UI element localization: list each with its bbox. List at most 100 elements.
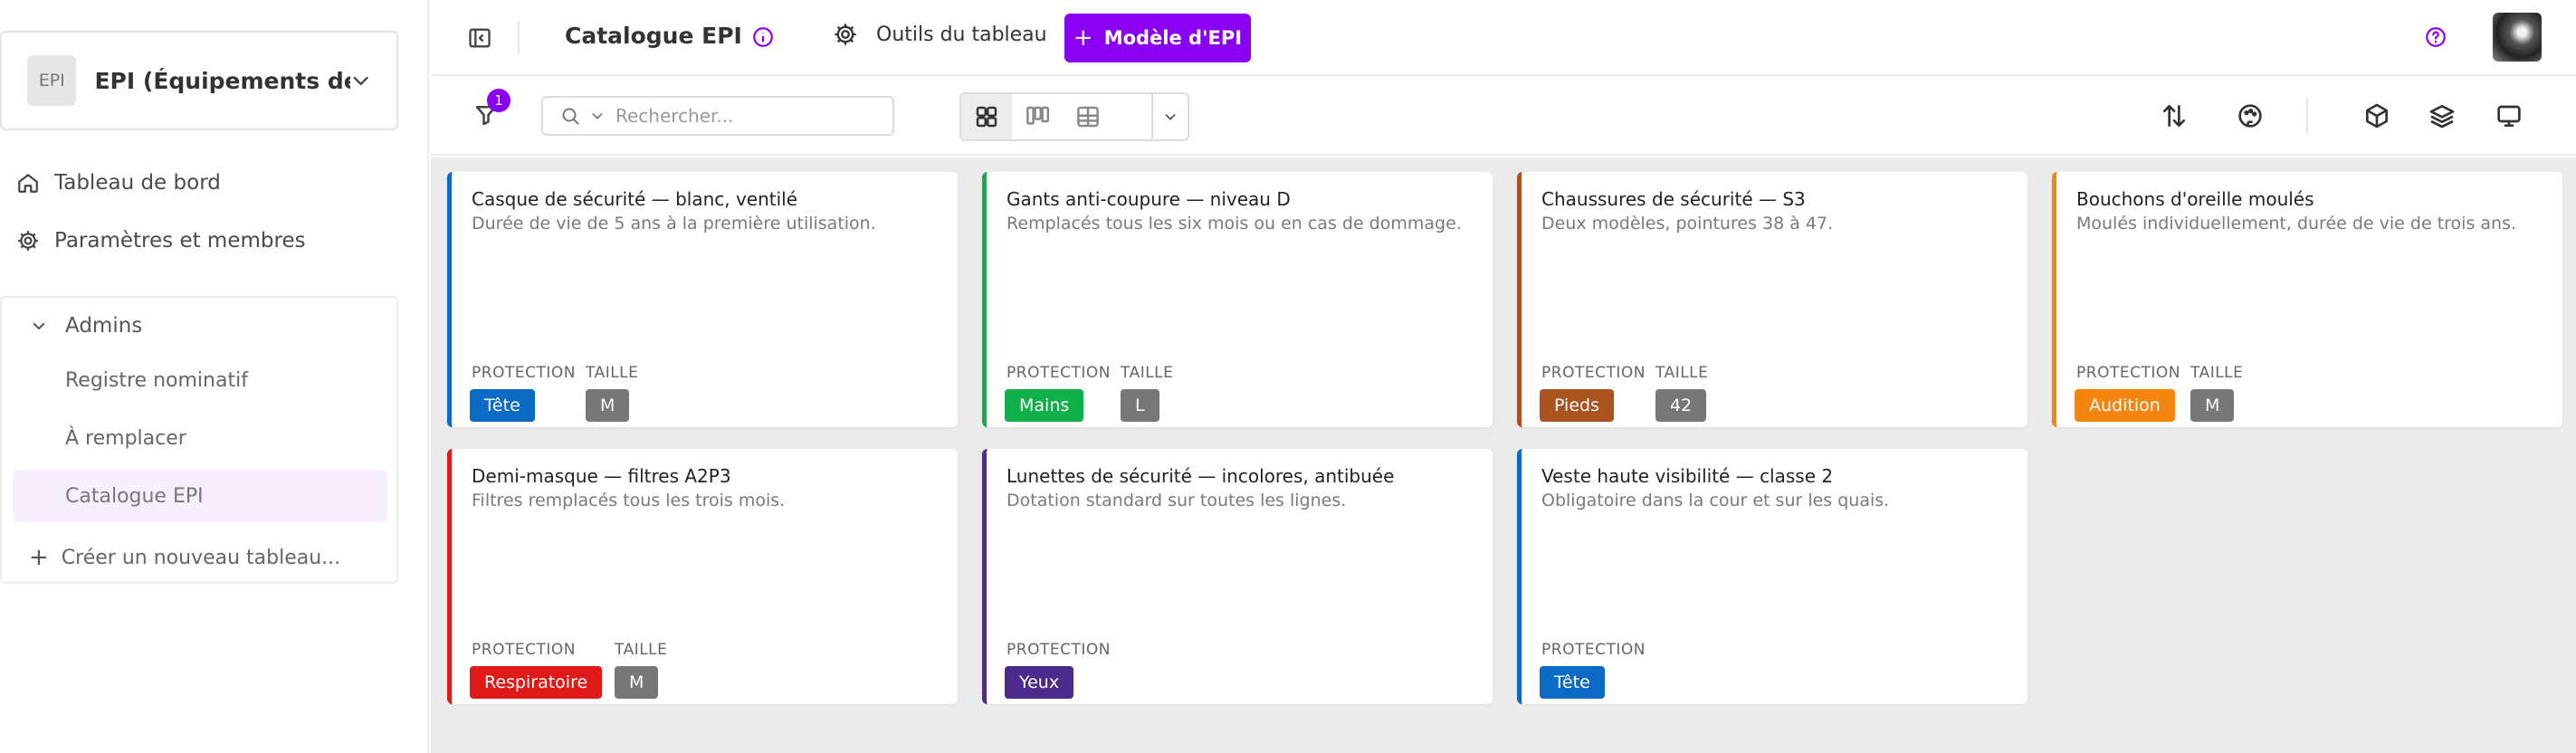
chevron-down-icon: [33, 322, 45, 329]
field-label-protection: PROTECTION: [1541, 364, 1646, 382]
field-label-protection: PROTECTION: [1541, 641, 1646, 659]
view-toolbar: 1: [431, 78, 2576, 156]
field-label-size: TAILLE: [2190, 364, 2244, 382]
size-tag: M: [615, 666, 659, 699]
sidebar-item-a-remplacer[interactable]: À remplacer: [13, 412, 387, 464]
create-board-button[interactable]: + Créer un nouveau tableau...: [29, 544, 340, 571]
view-kanban-button[interactable]: [1012, 94, 1063, 139]
view-switcher: [959, 92, 1189, 141]
size-tag: M: [2190, 389, 2235, 422]
protection-tag: Yeux: [1005, 666, 1074, 699]
card-description: Deux modèles, pointures 38 à 47.: [1541, 214, 1834, 234]
layers-icon[interactable]: [2428, 101, 2457, 130]
card-description: Dotation standard sur toutes les lignes.: [1007, 491, 1347, 510]
protection-tag: Audition: [2075, 389, 2175, 422]
field-label-protection: PROTECTION: [1007, 364, 1111, 382]
field-label-protection: PROTECTION: [1007, 641, 1111, 659]
gear-icon: [835, 24, 856, 45]
record-card[interactable]: Lunettes de sécurité — incolores, antibu…: [982, 449, 1493, 704]
record-card[interactable]: Casque de sécurité — blanc, ventilé Duré…: [447, 172, 958, 427]
sidebar-item-registre[interactable]: Registre nominatif: [13, 354, 387, 406]
chevron-down-icon[interactable]: [590, 109, 605, 123]
sidebar: EPI EPI (Équipements de ... Tableau de b…: [0, 0, 429, 753]
chevron-down-icon: [1165, 114, 1176, 120]
sidebar-toggle-icon[interactable]: [467, 25, 492, 51]
page-title: Catalogue EPI: [565, 23, 742, 49]
palette-icon[interactable]: [2236, 101, 2265, 130]
cube-icon[interactable]: [2362, 101, 2391, 130]
search-box[interactable]: [541, 96, 894, 136]
card-description: Obligatoire dans la cour et sur les quai…: [1541, 491, 1890, 510]
size-tag: M: [586, 389, 630, 422]
field-label-size: TAILLE: [1121, 364, 1174, 382]
size-tag: 42: [1655, 389, 1707, 422]
field-label-size: TAILLE: [586, 364, 639, 382]
create-board-label: Créer un nouveau tableau...: [61, 546, 341, 569]
card-title: Chaussures de sécurité — S3: [1541, 188, 1806, 210]
nav-item-label: Tableau de bord: [54, 171, 221, 195]
field-label-protection: PROTECTION: [472, 641, 576, 659]
gear-icon: [18, 231, 38, 251]
card-title: Veste haute visibilité — classe 2: [1541, 465, 1834, 487]
card-description: Filtres remplacés tous les trois mois.: [472, 491, 786, 510]
protection-tag: Mains: [1005, 389, 1084, 422]
size-tag: L: [1121, 389, 1159, 422]
card-description: Durée de vie de 5 ans à la première util…: [472, 214, 876, 234]
gallery-grid-icon: [976, 106, 997, 128]
nav-item-label: Paramètres et membres: [54, 229, 306, 253]
info-icon[interactable]: [751, 25, 775, 49]
nav-item-settings[interactable]: Paramètres et membres: [16, 229, 306, 253]
sort-icon[interactable]: [2160, 101, 2189, 130]
board-tools-label: Outils du tableau: [876, 23, 1047, 46]
divider: [518, 22, 520, 54]
card-title: Gants anti-coupure — niveau D: [1007, 188, 1291, 210]
record-card[interactable]: Veste haute visibilité — classe 2 Obliga…: [1517, 449, 2027, 704]
card-description: Remplacés tous les six mois ou en cas de…: [1007, 214, 1462, 234]
record-card[interactable]: Bouchons d'oreille moulés Moulés individ…: [2052, 172, 2562, 427]
card-description: Moulés individuellement, durée de vie de…: [2076, 214, 2517, 234]
divider: [2306, 98, 2308, 134]
card-title: Lunettes de sécurité — incolores, antibu…: [1007, 465, 1395, 487]
home-icon: [18, 174, 38, 193]
monitor-icon[interactable]: [2495, 101, 2524, 130]
field-label-protection: PROTECTION: [2076, 364, 2180, 382]
chevron-down-icon: [353, 76, 368, 86]
plus-icon: +: [29, 544, 49, 571]
record-card[interactable]: Chaussures de sécurité — S3 Deux modèles…: [1517, 172, 2027, 427]
protection-tag: Respiratoire: [470, 666, 603, 699]
card-title: Demi-masque — filtres A2P3: [472, 465, 731, 487]
topbar: Catalogue EPI Outils du tableau + Modèle…: [431, 0, 2576, 76]
kanban-icon: [1026, 106, 1050, 125]
plus-icon: +: [1073, 24, 1093, 52]
sidebar-item-catalogue[interactable]: Catalogue EPI: [13, 470, 387, 522]
gallery-view: Casque de sécurité — blanc, ventilé Duré…: [431, 157, 2576, 753]
record-card[interactable]: Gants anti-coupure — niveau D Remplacés …: [982, 172, 1493, 427]
board-tools-button[interactable]: Outils du tableau: [833, 22, 1047, 47]
board-group-header[interactable]: Admins: [31, 314, 142, 338]
filter-count-badge: 1: [487, 89, 510, 112]
user-avatar[interactable]: [2493, 13, 2542, 62]
protection-tag: Tête: [470, 389, 535, 422]
field-label-size: TAILLE: [615, 641, 668, 659]
search-input[interactable]: [615, 105, 869, 127]
search-icon: [562, 108, 579, 125]
help-icon[interactable]: [2424, 25, 2447, 49]
new-model-button[interactable]: + Modèle d'EPI: [1064, 14, 1251, 62]
table-icon: [1077, 106, 1099, 128]
workspace-switcher[interactable]: EPI EPI (Équipements de ...: [0, 31, 398, 130]
view-gallery-button[interactable]: [961, 94, 1012, 139]
workspace-avatar: EPI: [27, 55, 77, 106]
card-title: Bouchons d'oreille moulés: [2076, 188, 2314, 210]
view-table-button[interactable]: [1063, 94, 1113, 139]
record-card[interactable]: Demi-masque — filtres A2P3 Filtres rempl…: [447, 449, 958, 704]
protection-tag: Pieds: [1540, 389, 1614, 422]
view-more-button[interactable]: [1151, 94, 1188, 139]
protection-tag: Tête: [1540, 666, 1605, 699]
field-label-size: TAILLE: [1655, 364, 1709, 382]
workspace-name: EPI (Équipements de ...: [94, 67, 349, 94]
field-label-protection: PROTECTION: [472, 364, 576, 382]
board-group: Admins Registre nominatif À remplacer Ca…: [0, 296, 398, 584]
new-model-label: Modèle d'EPI: [1103, 27, 1243, 49]
board-group-title: Admins: [65, 314, 143, 338]
nav-item-dashboard[interactable]: Tableau de bord: [16, 171, 221, 195]
